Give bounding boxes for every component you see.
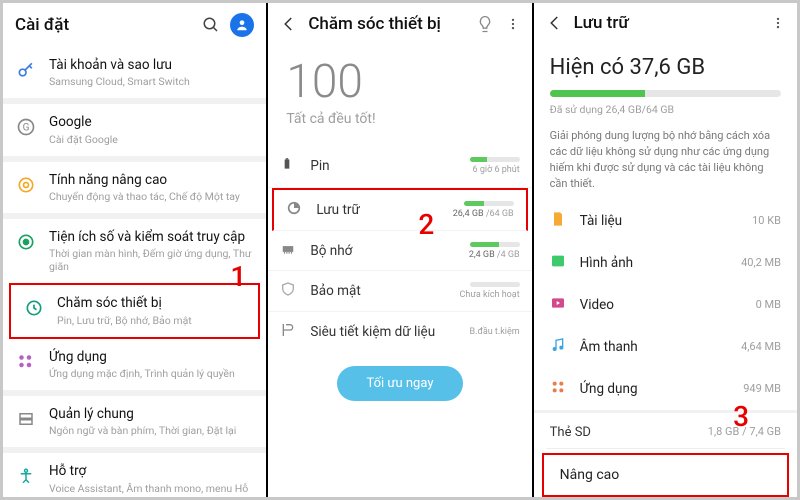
score-value: 100 bbox=[286, 55, 513, 109]
header: Cài đặt bbox=[3, 3, 266, 47]
item-accessibility[interactable]: Hỗ trợ Voice Assistant, Âm thanh mono, me… bbox=[3, 453, 266, 497]
data-saver-icon bbox=[280, 322, 298, 342]
item-title: Tiện ích số và kiểm soát truy cập bbox=[49, 229, 254, 245]
item-advanced-features[interactable]: Tính năng nâng cao Chuyển động và thao tá… bbox=[3, 162, 266, 213]
item-sub: Cài đặt Google bbox=[49, 133, 254, 146]
row-label: Siêu tiết kiệm dữ liệu bbox=[310, 324, 457, 340]
item-title: Ứng dụng bbox=[49, 349, 254, 365]
page-title: Cài đặt bbox=[15, 15, 192, 35]
score-block: 100 Tất cả đều tốt! bbox=[268, 45, 531, 145]
cat-audio[interactable]: Âm thanh4,64 MB bbox=[534, 326, 797, 368]
document-icon bbox=[550, 211, 568, 231]
memory-icon bbox=[280, 241, 298, 260]
back-icon[interactable] bbox=[546, 14, 564, 32]
google-icon: G bbox=[15, 116, 37, 138]
header: Lưu trữ bbox=[534, 3, 797, 43]
available-storage: Hiện có 37,6 GB bbox=[550, 55, 781, 80]
item-sub: Ứng dụng mặc định, Trình quản lý quyền bbox=[49, 367, 254, 380]
battery-icon bbox=[280, 155, 298, 177]
item-title: Hỗ trợ bbox=[49, 463, 254, 479]
step-marker: 2 bbox=[418, 208, 434, 241]
sd-card-row[interactable]: Thẻ SD 1,8 GB / 7,4 GB bbox=[534, 413, 797, 448]
image-icon bbox=[550, 253, 568, 273]
apps-icon bbox=[15, 351, 37, 373]
item-general[interactable]: Quản lý chung Ngôn ngữ và bàn phím, Thời … bbox=[3, 396, 266, 447]
item-sub: Thời gian màn hình, Đếm giờ ứng dụng, Th… bbox=[49, 247, 254, 273]
advanced-row[interactable]: Nâng cao bbox=[542, 453, 789, 497]
row-data-saver[interactable]: Siêu tiết kiệm dữ liệu B.đầu t.kiệm bbox=[268, 312, 531, 352]
wellbeing-icon bbox=[15, 231, 37, 253]
tips-icon[interactable] bbox=[474, 13, 496, 35]
audio-icon bbox=[550, 337, 568, 357]
category-list: Tài liệu10 KB Hình ảnh40,2 MB Video0 MB … bbox=[534, 200, 797, 410]
storage-panel: Lưu trữ Hiện có 37,6 GB Đã sử dụng 26,4 … bbox=[534, 3, 797, 497]
general-icon bbox=[15, 408, 37, 430]
header: Chăm sóc thiết bị bbox=[268, 3, 531, 45]
device-care-icon bbox=[23, 297, 45, 319]
back-icon[interactable] bbox=[280, 15, 298, 33]
row-label: Bảo mật bbox=[310, 283, 447, 299]
device-care-panel: Chăm sóc thiết bị 100 Tất cả đều tốt! 2 … bbox=[268, 3, 533, 497]
item-sub: Ngôn ngữ và bàn phím, Thời gian, Đặt lại bbox=[49, 424, 254, 437]
page-title: Chăm sóc thiết bị bbox=[308, 14, 463, 34]
search-icon[interactable] bbox=[202, 16, 220, 34]
more-icon[interactable] bbox=[771, 14, 785, 32]
row-battery[interactable]: Pin 6 giờ 6 phút bbox=[268, 145, 531, 188]
item-sub: Samsung Cloud, Smart Switch bbox=[49, 75, 254, 88]
item-digital-wellbeing[interactable]: Tiện ích số và kiểm soát truy cập Thời gi… bbox=[3, 219, 266, 283]
item-title: Tài khoản và sao lưu bbox=[49, 57, 254, 73]
item-device-care[interactable]: Chăm sóc thiết bị Pin, Lưu trữ, Bộ nhớ, B… bbox=[9, 283, 260, 338]
key-icon bbox=[15, 59, 37, 81]
item-apps[interactable]: Ứng dụng Ứng dụng mặc định, Trình quản lý… bbox=[3, 339, 266, 390]
more-icon[interactable] bbox=[506, 15, 520, 33]
cat-apps[interactable]: Ứng dụng949 MB bbox=[534, 368, 797, 410]
step-marker: 3 bbox=[733, 400, 749, 433]
svg-text:G: G bbox=[23, 123, 30, 134]
settings-panel: Cài đặt Tài khoản và sao lưu Samsung Clou… bbox=[3, 3, 268, 497]
cat-documents[interactable]: Tài liệu10 KB bbox=[534, 200, 797, 242]
item-accounts[interactable]: Tài khoản và sao lưu Samsung Cloud, Smart… bbox=[3, 47, 266, 98]
used-storage: Đã sử dụng 26,4 GB/64 GB bbox=[550, 103, 781, 116]
row-meta: B.đầu t.kiệm bbox=[469, 327, 519, 337]
storage-icon bbox=[286, 200, 304, 220]
row-security[interactable]: Bảo mật Chưa kích hoạt bbox=[268, 271, 531, 312]
cat-video[interactable]: Video0 MB bbox=[534, 284, 797, 326]
item-title: Quản lý chung bbox=[49, 406, 254, 422]
row-storage[interactable]: Lưu trữ 26,4 GB /64 GB bbox=[272, 188, 527, 231]
apps-icon bbox=[550, 379, 568, 399]
storage-desc: Giải phóng dung lượng bộ nhớ bằng cách x… bbox=[534, 124, 797, 200]
step-marker: 1 bbox=[230, 260, 246, 293]
storage-summary: Hiện có 37,6 GB Đã sử dụng 26,4 GB/64 GB bbox=[534, 43, 797, 124]
page-title: Lưu trữ bbox=[574, 13, 761, 33]
video-icon bbox=[550, 295, 568, 315]
item-title: Chăm sóc thiết bị bbox=[57, 295, 246, 311]
profile-avatar[interactable] bbox=[230, 13, 254, 37]
care-list: Pin 6 giờ 6 phút Lưu trữ 26,4 GB /64 GB … bbox=[268, 145, 531, 352]
sd-label: Thẻ SD bbox=[550, 425, 591, 440]
item-title: Google bbox=[49, 114, 254, 130]
cat-images[interactable]: Hình ảnh40,2 MB bbox=[534, 242, 797, 284]
item-sub: Voice Assistant, Âm thanh mono, menu Hỗ … bbox=[49, 482, 254, 498]
item-sub: Pin, Lưu trữ, Bộ nhớ, Bảo mật bbox=[57, 314, 246, 327]
shield-icon bbox=[280, 281, 298, 301]
row-meta: Chưa kích hoạt bbox=[460, 290, 520, 300]
item-title: Tính năng nâng cao bbox=[49, 172, 254, 188]
item-google[interactable]: G Google Cài đặt Google bbox=[3, 104, 266, 155]
optimize-button[interactable]: Tối ưu ngay bbox=[337, 366, 464, 401]
accessibility-icon bbox=[15, 465, 37, 487]
settings-list: Tài khoản và sao lưu Samsung Cloud, Smart… bbox=[3, 47, 266, 497]
row-label: Pin bbox=[310, 158, 457, 174]
row-label: Bộ nhớ bbox=[310, 243, 456, 259]
row-meta: 6 giờ 6 phút bbox=[473, 165, 520, 175]
score-sub: Tất cả đều tốt! bbox=[286, 111, 513, 127]
advanced-icon bbox=[15, 174, 37, 196]
storage-bar bbox=[550, 90, 781, 97]
item-sub: Chuyển động và thao tác, Chế độ Một tay bbox=[49, 190, 254, 203]
row-memory[interactable]: Bộ nhớ 2,4 GB /4 GB bbox=[268, 231, 531, 271]
